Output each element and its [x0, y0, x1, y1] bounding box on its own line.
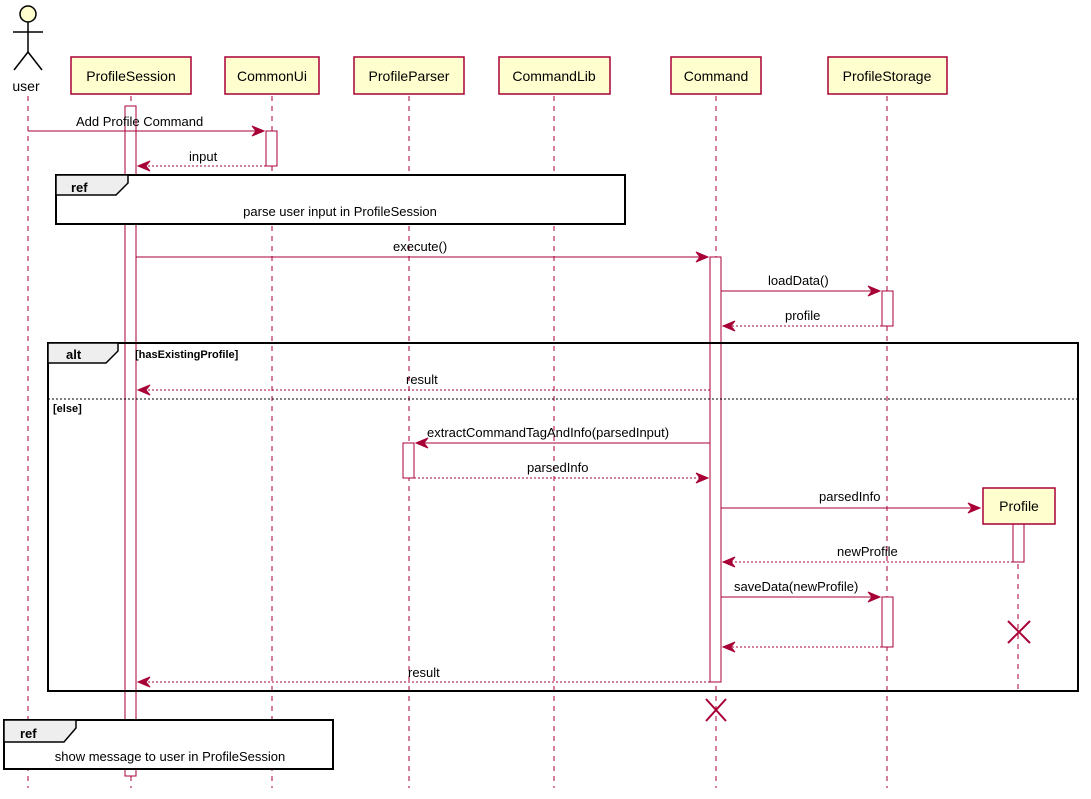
svg-text:execute(): execute() — [393, 239, 447, 254]
actor-user: user — [12, 5, 43, 94]
participant-command: Command — [670, 56, 762, 95]
activation-profilestorage-load — [881, 290, 894, 327]
participant-profileparser: ProfileParser — [353, 56, 465, 95]
message-add-profile-command: Add Profile Command — [28, 114, 266, 137]
message-profile: profile — [721, 308, 882, 332]
actor-label: user — [12, 78, 40, 94]
svg-text:parse user input in ProfileSes: parse user input in ProfileSession — [243, 204, 437, 219]
destroy-profile-icon — [1007, 620, 1031, 644]
alt-guard-else: [else] — [53, 403, 82, 415]
participant-label: Command — [684, 68, 749, 84]
message-parsedinfo-create: parsedInfo — [721, 489, 982, 514]
svg-text:result: result — [406, 372, 438, 387]
svg-text:extractCommandTagAndInfo(parse: extractCommandTagAndInfo(parsedInput) — [427, 425, 669, 440]
ref-show-message: ref show message to user in ProfileSessi… — [3, 719, 334, 770]
activation-profileparser — [402, 442, 415, 479]
message-parsedinfo-return: parsedInfo — [414, 460, 710, 484]
svg-text:alt: alt — [66, 347, 82, 362]
message-execute: execute() — [136, 239, 710, 263]
participant-label: CommandLib — [512, 68, 595, 84]
participant-label: Profile — [999, 498, 1039, 514]
message-result-if: result — [136, 372, 710, 396]
svg-text:saveData(newProfile): saveData(newProfile) — [734, 579, 858, 594]
sequence-diagram: user ProfileSession CommonUi ProfilePars… — [3, 5, 1079, 788]
svg-text:input: input — [189, 149, 218, 164]
activation-command — [709, 256, 722, 683]
svg-text:result: result — [408, 665, 440, 680]
svg-text:parsedInfo: parsedInfo — [527, 460, 588, 475]
activation-profilestorage-save — [881, 596, 894, 648]
svg-text:Add Profile Command: Add Profile Command — [76, 114, 203, 129]
participant-commandlib: CommandLib — [498, 56, 611, 95]
participant-commonui: CommonUi — [224, 56, 320, 95]
svg-text:profile: profile — [785, 308, 820, 323]
alt-guard-if: [hasExistingProfile] — [135, 349, 239, 361]
message-input: input — [136, 149, 266, 172]
participant-profile: Profile — [982, 487, 1056, 525]
message-extract-command-tag: extractCommandTagAndInfo(parsedInput) — [414, 425, 710, 449]
message-loaddata: loadData() — [721, 273, 882, 297]
alt-fragment: alt [hasExistingProfile] [else] — [47, 342, 1079, 692]
activation-profile — [1012, 523, 1025, 563]
participant-label: ProfileParser — [369, 68, 450, 84]
participant-profilestorage: ProfileStorage — [827, 56, 948, 95]
participant-profilesession: ProfileSession — [70, 56, 192, 95]
message-savedata: saveData(newProfile) — [721, 579, 882, 603]
message-result-else: result — [136, 665, 710, 688]
svg-text:newProfile: newProfile — [837, 544, 898, 559]
svg-text:parsedInfo: parsedInfo — [819, 489, 880, 504]
participant-label: ProfileStorage — [843, 68, 932, 84]
participant-label: CommonUi — [237, 68, 307, 84]
svg-text:loadData(): loadData() — [768, 273, 829, 288]
ref-parse-user-input: ref parse user input in ProfileSession — [55, 174, 626, 225]
message-savedata-return — [721, 641, 882, 653]
participant-label: ProfileSession — [86, 68, 176, 84]
message-newprofile: newProfile — [721, 544, 1013, 568]
actor-head-icon — [19, 5, 37, 23]
svg-text:show message to user in Profil: show message to user in ProfileSession — [55, 749, 286, 764]
svg-text:ref: ref — [20, 726, 37, 741]
activation-commonui — [265, 130, 278, 167]
svg-text:ref: ref — [71, 180, 88, 195]
